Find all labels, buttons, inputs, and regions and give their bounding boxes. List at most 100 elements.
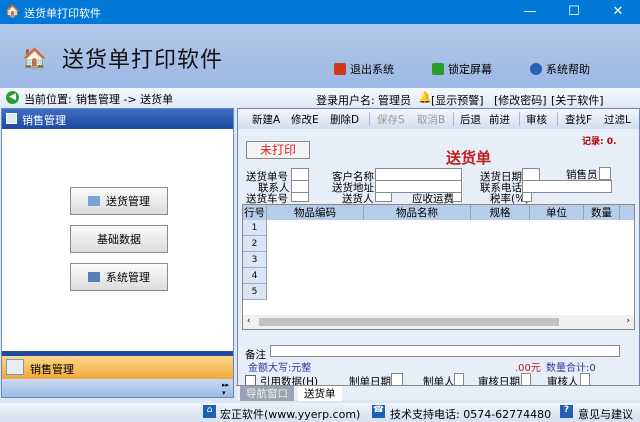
salesman-field[interactable]: [599, 167, 611, 180]
table-icon: [6, 113, 17, 124]
col-header-spec[interactable]: 规格: [471, 205, 530, 220]
edit-button[interactable]: 修改E: [291, 112, 319, 127]
lock-icon: [432, 63, 444, 75]
change-password-link[interactable]: [修改密码]: [494, 92, 547, 108]
bell-icon: 🔔: [418, 91, 432, 104]
delete-button[interactable]: 删除D: [330, 112, 359, 127]
back-arrow-icon[interactable]: ◀: [6, 91, 19, 104]
row-number[interactable]: 2: [243, 236, 267, 252]
window-title: 送货单打印软件: [24, 7, 101, 20]
lock-label: 锁定屏幕: [448, 63, 492, 76]
filter-button[interactable]: 过滤L: [604, 112, 631, 127]
minimize-button[interactable]: —: [508, 0, 552, 24]
back-button[interactable]: 后退: [460, 112, 481, 127]
support-phone: 技术支持电话: 0574-62774480: [390, 408, 552, 421]
scroll-right-icon[interactable]: ›: [626, 316, 630, 326]
scrollbar-thumb[interactable]: [259, 318, 559, 326]
horizontal-scrollbar[interactable]: ‹ ›: [243, 315, 634, 329]
toolbar-separator: [557, 112, 558, 126]
help-icon: ?: [560, 405, 573, 418]
row-number[interactable]: 5: [243, 284, 267, 300]
header-banner: 🏠 送货单打印软件 退出系统 锁定屏幕 系统帮助: [0, 24, 640, 88]
forward-button[interactable]: 前进: [489, 112, 510, 127]
quantity-total: 数量合计:0: [546, 363, 596, 374]
audit-button[interactable]: 审核: [526, 112, 547, 127]
section-label: 销售管理: [30, 363, 74, 376]
col-header-item-name[interactable]: 物品名称: [364, 205, 471, 220]
form-title: 送货单: [446, 149, 492, 167]
about-link[interactable]: [关于软件]: [551, 92, 604, 108]
freight-field[interactable]: [452, 192, 462, 202]
basic-data-button[interactable]: 基础数据: [70, 225, 168, 253]
items-grid[interactable]: 行号 物品编码 物品名称 规格 单位 数量 1 2 3 4 5 ‹ ›: [242, 204, 635, 330]
tax-field[interactable]: [522, 192, 532, 202]
cancel-button[interactable]: 取消B: [417, 112, 445, 127]
button-label: 系统管理: [106, 271, 150, 284]
home-icon: ⌂: [203, 405, 216, 418]
breadcrumb-bar: ◀ 当前位置: 销售管理 -> 送货单 登录用户名: 管理员 🔔 [显示预警] …: [0, 88, 640, 107]
app-home-icon: 🏠: [5, 4, 20, 18]
lock-screen-button[interactable]: 锁定屏幕: [432, 61, 492, 77]
sidebar-header: 销售管理: [2, 109, 233, 129]
breadcrumb-label: 当前位置:: [24, 93, 72, 106]
sidebar-section-sales[interactable]: 销售管理: [2, 356, 233, 379]
help-label: 系统帮助: [546, 63, 590, 76]
chevron-overflow-icon[interactable]: ▸▸ ▾: [222, 381, 229, 397]
toolbar: 新建A 修改E 删除D 保存S 取消B 后退 前进 审核 查找F 过滤L: [238, 109, 639, 129]
phone-icon: ☎: [372, 405, 385, 418]
record-count: 记录: 0.: [582, 137, 617, 147]
deliverer-field[interactable]: [375, 192, 392, 202]
amount-in-words: 金额大写:元整: [248, 363, 312, 374]
new-button[interactable]: 新建A: [252, 112, 280, 127]
maximize-button[interactable]: ☐: [552, 0, 596, 24]
table-icon: [6, 359, 24, 375]
sidebar: 销售管理 送货管理 基础数据 系统管理 销售管理 ▸▸ ▾: [1, 108, 234, 398]
save-button[interactable]: 保存S: [377, 112, 405, 127]
company-info[interactable]: 宏正软件(www.yyerp.com): [220, 406, 360, 422]
col-header-qty[interactable]: 数量: [584, 205, 620, 220]
exit-label: 退出系统: [350, 63, 394, 76]
exit-icon: [334, 63, 346, 75]
home-logo-icon: 🏠: [22, 46, 47, 70]
car-no-field[interactable]: [291, 192, 309, 202]
remark-field[interactable]: [270, 345, 620, 357]
row-number[interactable]: 4: [243, 268, 267, 284]
row-number[interactable]: 3: [243, 252, 267, 268]
exit-system-button[interactable]: 退出系统: [334, 61, 394, 77]
section-overflow-bar: ▸▸ ▾: [2, 379, 233, 397]
system-icon: [88, 272, 100, 282]
find-button[interactable]: 查找F: [565, 112, 592, 127]
help-icon: [530, 63, 542, 75]
system-management-button[interactable]: 系统管理: [70, 263, 168, 291]
toolbar-separator: [453, 112, 454, 126]
print-status-badge: 未打印: [246, 141, 310, 159]
status-bar: ⌂ 宏正软件(www.yyerp.com) ☎ 技术支持电话: 0574-627…: [0, 403, 640, 421]
user-name: 管理员: [378, 94, 411, 107]
toolbar-separator: [519, 112, 520, 126]
delivery-management-button[interactable]: 送货管理: [70, 187, 168, 215]
sidebar-title: 销售管理: [22, 114, 66, 127]
delivery-form-panel: 新建A 修改E 删除D 保存S 取消B 后退 前进 审核 查找F 过滤L 未打印…: [237, 108, 640, 400]
col-header-item-code[interactable]: 物品编码: [267, 205, 364, 220]
tab-navigation[interactable]: 导航窗口: [240, 386, 294, 401]
close-button[interactable]: ✕: [596, 0, 640, 24]
tab-strip: 导航窗口 送货单: [236, 385, 640, 401]
show-alerts-link[interactable]: [显示预警]: [431, 92, 484, 108]
tab-delivery-note[interactable]: 送货单: [298, 386, 342, 401]
toolbar-separator: [369, 112, 370, 126]
help-button[interactable]: 系统帮助: [530, 61, 590, 77]
app-title: 送货单打印软件: [62, 48, 224, 73]
button-label: 基础数据: [97, 233, 141, 246]
row-number[interactable]: 1: [243, 220, 267, 236]
button-label: 送货管理: [106, 195, 150, 208]
breadcrumb-path: 销售管理 -> 送货单: [76, 93, 174, 106]
form-icon: [88, 196, 100, 206]
title-bar: 🏠 送货单打印软件 — ☐ ✕: [0, 0, 640, 24]
amount-total: .00元: [515, 363, 541, 374]
col-header-row-no: 行号: [243, 205, 267, 220]
scroll-left-icon[interactable]: ‹: [247, 316, 251, 326]
col-header-filler: [620, 205, 634, 220]
col-header-unit[interactable]: 单位: [530, 205, 584, 220]
feedback-link[interactable]: 意见与建议: [578, 406, 633, 422]
salesman-label: 销售员: [566, 169, 598, 181]
